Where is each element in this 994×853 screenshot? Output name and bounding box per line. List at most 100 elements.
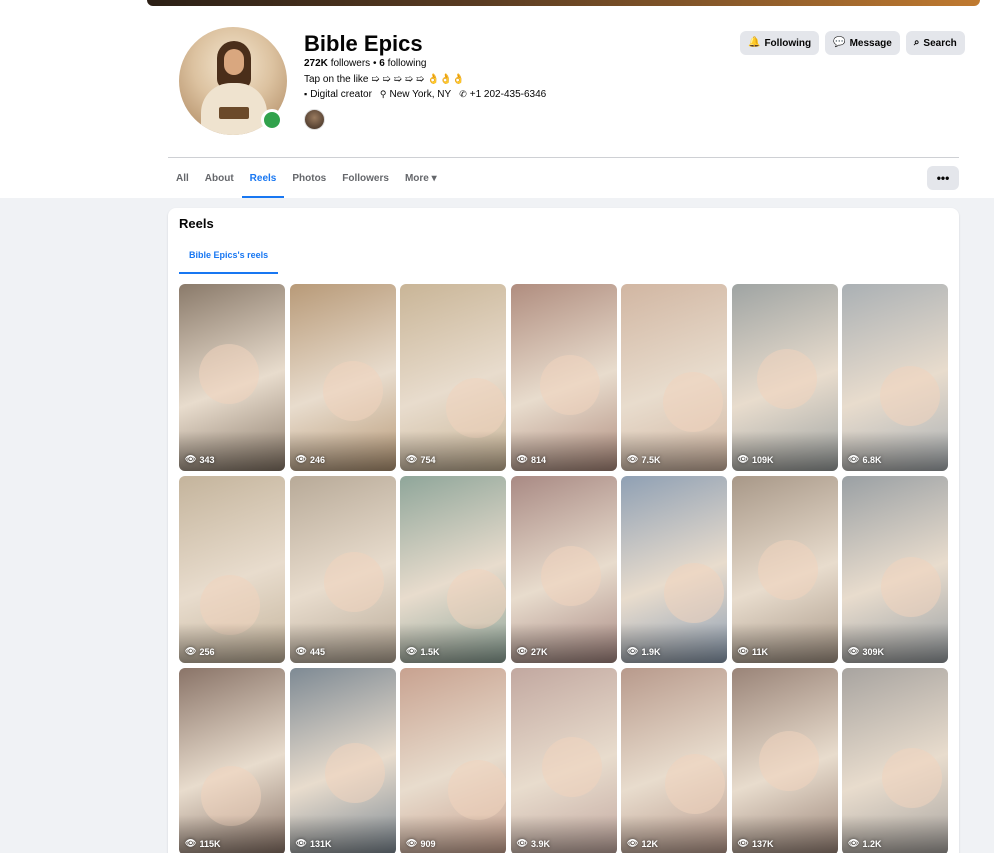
reel-image [540, 546, 601, 606]
reel-thumbnail[interactable]: 👁 11K [731, 476, 838, 663]
followers-label[interactable]: followers [331, 58, 370, 69]
reel-view-count: 👁 343 [185, 454, 215, 465]
reel-image [880, 366, 940, 426]
bell-icon: 🔔 [748, 37, 761, 48]
profile-tabs: All About Reels Photos Followers More ▾ [168, 158, 445, 198]
eye-icon: 👁 [295, 838, 307, 848]
reel-view-count: 👁 27K [516, 646, 548, 657]
eye-icon: 👁 [185, 454, 197, 464]
cover-photo[interactable] [147, 0, 980, 6]
eye-icon: 👁 [406, 454, 418, 464]
eye-icon: 👁 [737, 454, 749, 464]
reel-image [663, 372, 723, 432]
reel-view-count: 👁 445 [295, 646, 325, 657]
reel-thumbnail[interactable]: 👁 3.9K [510, 668, 617, 853]
profile-details: ▪ Digital creator ⚲ New York, NY ✆ +1 202-4… [304, 89, 546, 100]
reel-view-count: 👁 246 [295, 454, 325, 465]
tab-photos[interactable]: Photos [284, 158, 334, 198]
reel-image [446, 378, 506, 438]
online-status-icon [261, 109, 283, 131]
category-text: Digital creator [310, 89, 372, 100]
eye-icon: 👁 [185, 646, 197, 656]
reel-view-count: 👁 7.5K [627, 454, 661, 465]
eye-icon: 👁 [516, 454, 528, 464]
profile-actions: 🔔 Following 💬 Message ⌕ Search [740, 31, 965, 55]
reel-image [541, 737, 602, 797]
eye-icon: 👁 [848, 646, 860, 656]
phone-text: +1 202-435-6346 [469, 89, 547, 100]
reel-view-count: 👁 11K [737, 646, 768, 657]
tab-page-reels[interactable]: Bible Epics's reels [179, 238, 279, 274]
reel-image [882, 748, 942, 808]
reel-image [322, 361, 383, 421]
reel-image [199, 344, 259, 404]
reel-thumbnail[interactable]: 👁 246 [289, 284, 396, 471]
location-text: New York, NY [389, 89, 452, 100]
eye-icon: 👁 [627, 454, 639, 464]
briefcase-icon: ▪ [304, 89, 308, 99]
reels-section: Reels Bible Epics's reels 👁 343 👁 246 👁 754 👁 8… [168, 208, 959, 853]
reel-thumbnail[interactable]: 👁 256 [179, 476, 285, 663]
reel-thumbnail[interactable]: 👁 6.8K [842, 284, 948, 471]
reel-thumbnail[interactable]: 👁 1.9K [621, 476, 727, 663]
reel-thumbnail[interactable]: 👁 1.5K [400, 476, 506, 663]
reel-thumbnail[interactable]: 👁 754 [400, 284, 506, 471]
following-button[interactable]: 🔔 Following [740, 31, 820, 55]
reel-thumbnail[interactable]: 👁 1.2K [842, 668, 948, 853]
reel-view-count: 👁 814 [516, 454, 546, 465]
reel-thumbnail[interactable]: 👁 909 [400, 668, 506, 853]
reel-view-count: 👁 6.8K [848, 454, 882, 465]
reel-thumbnail[interactable]: 👁 343 [179, 284, 285, 471]
mutual-friend-avatar[interactable] [304, 109, 325, 130]
messenger-icon: 💬 [833, 37, 846, 48]
reels-grid: 👁 343 👁 246 👁 754 👁 814 👁 7.5K 👁 109K 👁 6.8K 👁 256 👁 445 👁… [179, 284, 948, 853]
tab-reels[interactable]: Reels [241, 158, 285, 198]
eye-icon: 👁 [406, 838, 418, 848]
reel-thumbnail[interactable]: 👁 309K [842, 476, 948, 663]
reel-view-count: 👁 1.2K [848, 838, 882, 849]
eye-icon: 👁 [848, 454, 860, 464]
follow-stats: 272K followers • 6 following [304, 58, 427, 69]
reel-view-count: 👁 137K [737, 838, 774, 849]
followers-count[interactable]: 272K [304, 58, 328, 69]
following-label[interactable]: following [388, 58, 427, 69]
reel-image [324, 743, 385, 803]
reel-thumbnail[interactable]: 👁 12K [621, 668, 727, 853]
reel-thumbnail[interactable]: 👁 109K [731, 284, 838, 471]
reel-view-count: 👁 3.9K [516, 838, 550, 849]
reel-image [881, 557, 941, 617]
eye-icon: 👁 [737, 838, 749, 848]
reel-thumbnail[interactable]: 👁 131K [289, 668, 396, 853]
reel-image [448, 760, 506, 820]
reel-view-count: 👁 754 [406, 454, 436, 465]
reel-view-count: 👁 109K [737, 454, 774, 465]
page-title[interactable]: Bible Epics [304, 31, 423, 57]
search-button[interactable]: ⌕ Search [905, 31, 965, 55]
tab-followers[interactable]: Followers [334, 158, 397, 198]
reel-thumbnail[interactable]: 👁 115K [179, 668, 285, 853]
reel-view-count: 👁 1.9K [627, 646, 661, 657]
reel-image [758, 731, 819, 791]
reel-image [757, 540, 818, 600]
reel-image [539, 355, 600, 415]
eye-icon: 👁 [185, 838, 197, 848]
reel-thumbnail[interactable]: 👁 137K [731, 668, 838, 853]
tab-all[interactable]: All [168, 158, 197, 198]
reels-heading: Reels [179, 216, 214, 231]
reel-thumbnail[interactable]: 👁 445 [289, 476, 396, 663]
tab-more[interactable]: More ▾ [397, 158, 445, 198]
reel-view-count: 👁 909 [406, 838, 436, 849]
reel-view-count: 👁 1.5K [406, 646, 440, 657]
message-button[interactable]: 💬 Message [825, 31, 900, 55]
reel-thumbnail[interactable]: 👁 27K [510, 476, 617, 663]
reel-image [447, 569, 506, 629]
eye-icon: 👁 [516, 646, 528, 656]
more-options-button[interactable]: ••• [927, 166, 959, 190]
eye-icon: 👁 [516, 838, 528, 848]
following-count[interactable]: 6 [379, 58, 385, 69]
reel-view-count: 👁 131K [295, 838, 332, 849]
reel-thumbnail[interactable]: 👁 814 [510, 284, 617, 471]
reel-thumbnail[interactable]: 👁 7.5K [621, 284, 727, 471]
tab-about[interactable]: About [197, 158, 242, 198]
search-icon: ⌕ [913, 37, 920, 48]
